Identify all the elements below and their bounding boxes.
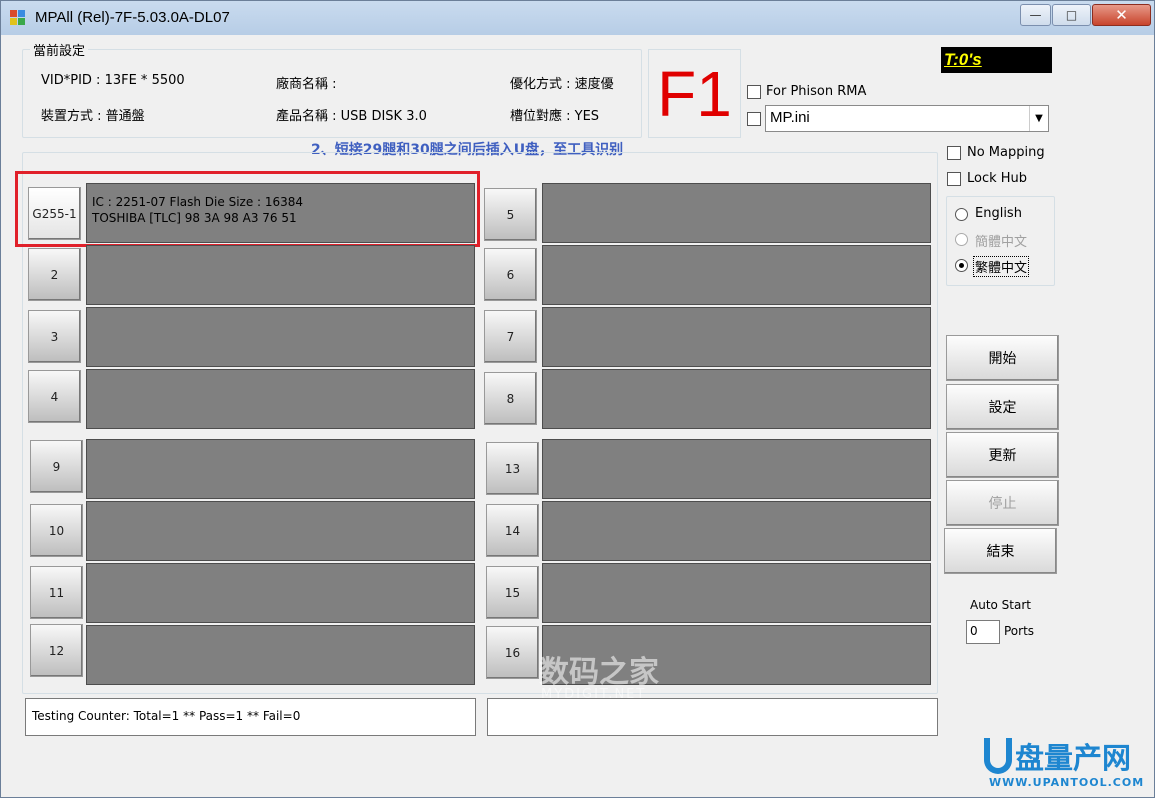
- port-panel-3: [86, 307, 475, 367]
- auto-start-label: Auto Start: [970, 598, 1031, 612]
- product-label: 產品名稱 : USB DISK 3.0: [276, 109, 427, 124]
- no-mapping-label: No Mapping: [967, 145, 1045, 160]
- port-panel-9: [86, 439, 475, 499]
- timer-display: T:0's: [941, 47, 1052, 73]
- update-button[interactable]: 更新: [946, 432, 1059, 478]
- upantool-logo-text: 盘量产网: [1015, 741, 1132, 775]
- language-radio-english[interactable]: [955, 208, 968, 221]
- client-area: 當前設定 VID*PID : 13FE * 5500 廠商名稱 : 優化方式 :…: [9, 35, 1146, 790]
- port-button-9[interactable]: 9: [30, 440, 83, 493]
- status-box-right: [487, 698, 938, 736]
- port-button-5[interactable]: 5: [484, 188, 537, 241]
- port-panel-14: [542, 501, 931, 561]
- for-phison-rma-checkbox[interactable]: [747, 85, 761, 99]
- close-button[interactable]: ✕: [1092, 4, 1151, 26]
- app-icon: [10, 10, 26, 26]
- slot-label: 槽位對應 : YES: [510, 109, 600, 124]
- port-button-14[interactable]: 14: [486, 504, 539, 557]
- ini-checkbox[interactable]: [747, 112, 761, 126]
- port-panel-7: [542, 307, 931, 367]
- port-button-10[interactable]: 10: [30, 504, 83, 557]
- port-panel-5: [542, 183, 931, 243]
- chevron-down-icon[interactable]: ▼: [1029, 106, 1048, 131]
- port-button-8[interactable]: 8: [484, 372, 537, 425]
- testing-counter-box: Testing Counter: Total=1 ** Pass=1 ** Fa…: [25, 698, 476, 736]
- port-button-4[interactable]: 4: [28, 370, 81, 423]
- watermark-text: 数码之家: [539, 655, 659, 690]
- port-button-6[interactable]: 6: [484, 248, 537, 301]
- port-button-15[interactable]: 15: [486, 566, 539, 619]
- main-window: MPAll (Rel)-7F-5.03.0A-DL07 — □ ✕ 當前設定 V…: [0, 0, 1155, 798]
- upantool-logo-url: WWW.UPANTOOL.COM: [989, 776, 1145, 789]
- lock-hub-checkbox[interactable]: [947, 172, 961, 186]
- port-panel-8: [542, 369, 931, 429]
- start-button[interactable]: 開始: [946, 335, 1059, 381]
- no-mapping-checkbox[interactable]: [947, 146, 961, 160]
- port-button-16[interactable]: 16: [486, 626, 539, 679]
- stop-button[interactable]: 停止: [946, 480, 1059, 526]
- auto-start-input[interactable]: 0: [966, 620, 1000, 644]
- port-panel-10: [86, 501, 475, 561]
- current-settings-label: 當前設定: [30, 40, 89, 59]
- language-label-english: English: [975, 206, 1022, 221]
- auto-start-value: 0: [970, 624, 978, 638]
- language-radio-simplified[interactable]: [955, 233, 968, 246]
- port-button-13[interactable]: 13: [486, 442, 539, 495]
- maximize-button[interactable]: □: [1052, 4, 1091, 26]
- end-button[interactable]: 結束: [944, 528, 1057, 574]
- language-label-simplified: 簡體中文: [975, 235, 1028, 250]
- highlight-box: [15, 171, 480, 247]
- port-panel-12: [86, 625, 475, 685]
- port-button-11[interactable]: 11: [30, 566, 83, 619]
- current-settings-group: [22, 49, 642, 138]
- port-button-7[interactable]: 7: [484, 310, 537, 363]
- language-radio-traditional[interactable]: [955, 259, 968, 272]
- ini-select[interactable]: MP.ini ▼: [765, 105, 1049, 132]
- vendor-label: 廠商名稱 :: [276, 77, 337, 92]
- upantool-logo-icon: [984, 738, 1012, 774]
- port-panel-15: [542, 563, 931, 623]
- port-panel-6: [542, 245, 931, 305]
- port-button-3[interactable]: 3: [28, 310, 81, 363]
- minimize-button[interactable]: —: [1020, 4, 1051, 26]
- port-panel-4: [86, 369, 475, 429]
- testing-counter-text: Testing Counter: Total=1 ** Pass=1 ** Fa…: [32, 709, 301, 723]
- settings-button[interactable]: 設定: [946, 384, 1059, 430]
- f1-text: F1: [657, 57, 732, 130]
- port-button-12[interactable]: 12: [30, 624, 83, 677]
- optimize-label: 優化方式 : 速度優: [510, 77, 614, 92]
- auto-start-unit: Ports: [1004, 624, 1035, 638]
- port-button-2[interactable]: 2: [28, 248, 81, 301]
- port-panel-2: [86, 245, 475, 305]
- window-title: MPAll (Rel)-7F-5.03.0A-DL07: [35, 9, 230, 26]
- f1-indicator: F1: [648, 49, 741, 138]
- port-panel-11: [86, 563, 475, 623]
- title-bar[interactable]: MPAll (Rel)-7F-5.03.0A-DL07 — □ ✕: [1, 1, 1154, 35]
- port-panel-13: [542, 439, 931, 499]
- vid-pid-label: VID*PID : 13FE * 5500: [41, 73, 185, 88]
- for-phison-rma-label: For Phison RMA: [766, 84, 867, 99]
- device-type-label: 裝置方式 : 普通盤: [41, 109, 145, 124]
- ini-select-value: MP.ini: [770, 109, 810, 126]
- language-label-traditional: 繁體中文: [973, 256, 1030, 277]
- lock-hub-label: Lock Hub: [967, 171, 1028, 186]
